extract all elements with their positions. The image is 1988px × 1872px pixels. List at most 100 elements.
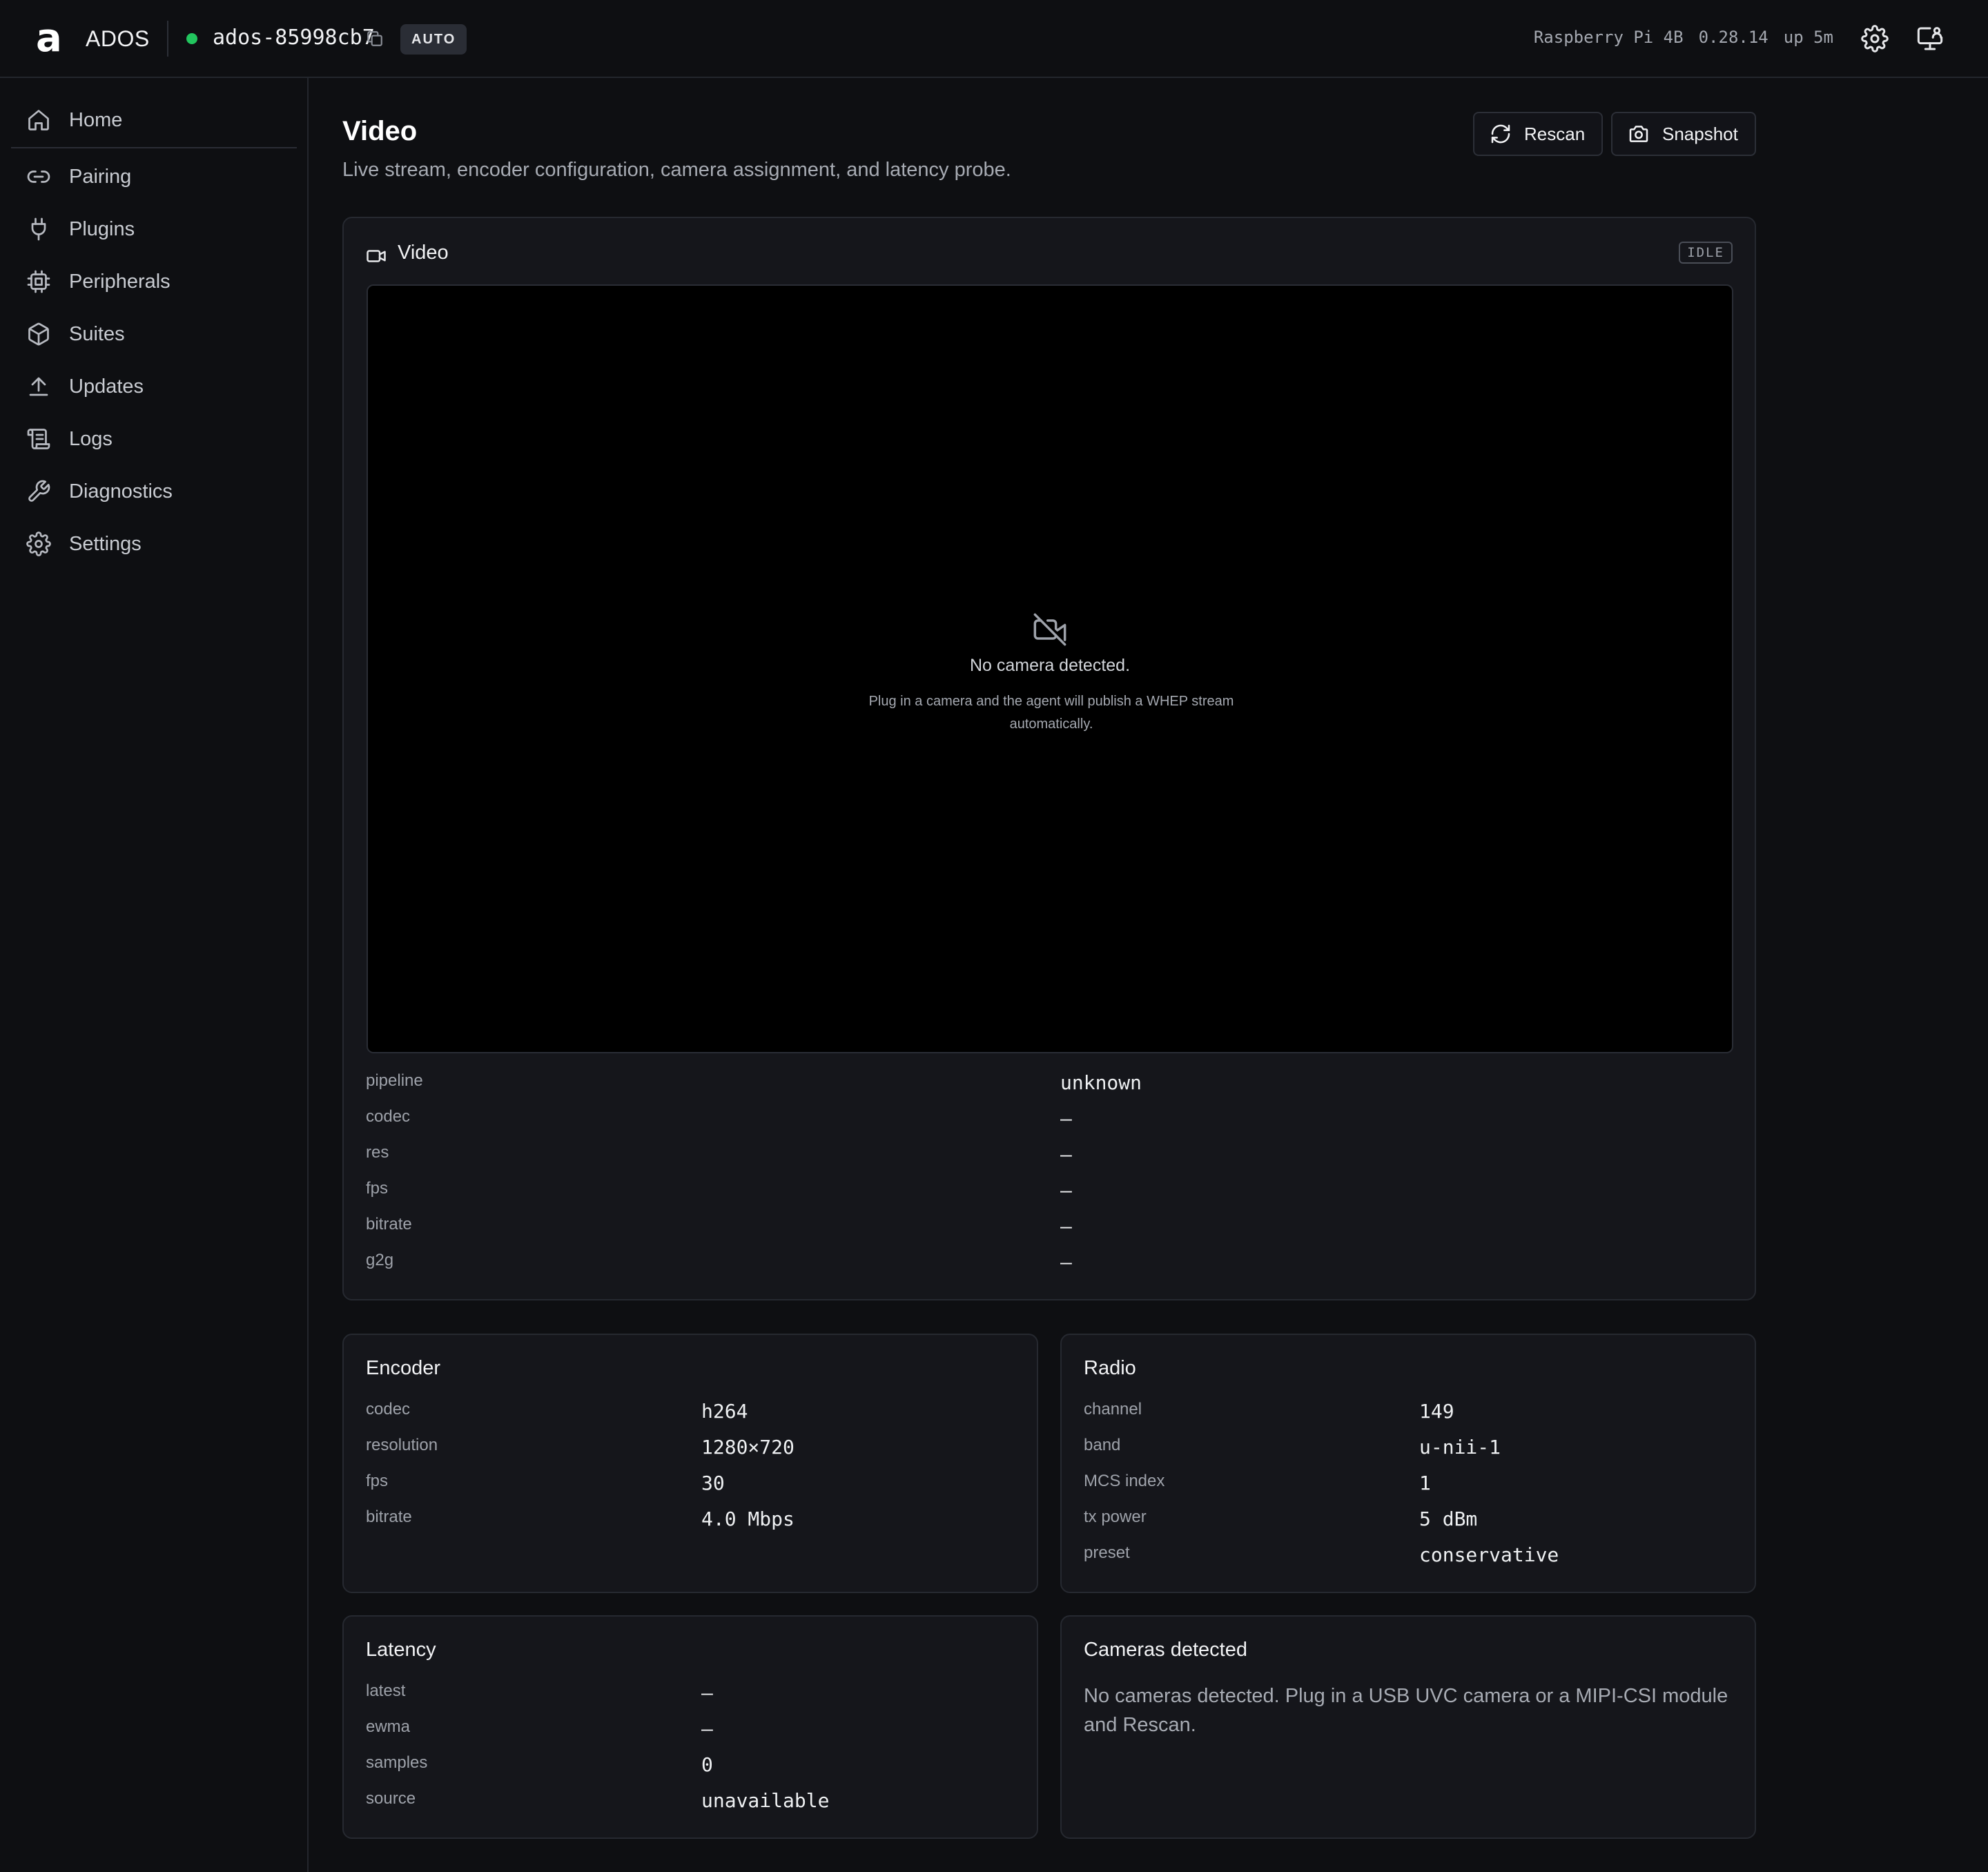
latency-value: 0 [701, 1753, 713, 1776]
divider [167, 21, 168, 57]
page-subtitle: Live stream, encoder configuration, came… [342, 159, 1011, 181]
encoder-label: resolution [366, 1436, 438, 1454]
radio-value: 5 dBm [1419, 1508, 1478, 1530]
package-icon [26, 322, 51, 347]
sidebar-item-label: Logs [69, 427, 113, 450]
sidebar-item-label: Plugins [69, 217, 135, 240]
no-camera-title: No camera detected. [969, 656, 1131, 675]
home-icon [26, 108, 51, 133]
rescan-label: Rescan [1524, 123, 1586, 144]
latency-label: source [366, 1789, 416, 1808]
video-card: Video IDLE No camera detected. Plug in a… [342, 217, 1756, 1300]
stat-label: bitrate [366, 1215, 412, 1234]
radio-label: band [1084, 1436, 1121, 1454]
cameras-card-title: Cameras detected [1084, 1639, 1247, 1661]
sidebar-item-logs[interactable]: Logs [11, 418, 297, 460]
upload-icon [26, 374, 51, 399]
chip-icon [26, 269, 51, 294]
radio-value: conservative [1419, 1543, 1559, 1566]
latency-label: latest [366, 1681, 406, 1700]
radio-label: tx power [1084, 1508, 1147, 1526]
sidebar-item-plugins[interactable]: Plugins [11, 208, 297, 251]
sidebar-item-label: Updates [69, 375, 144, 398]
latency-label: ewma [366, 1717, 411, 1736]
board-name: Raspberry Pi 4B [1533, 28, 1684, 47]
camera-off-icon [1032, 612, 1068, 647]
system-info: Raspberry Pi 4B 0.28.14 up 5m [1519, 28, 1833, 47]
encoder-value: 1280×720 [701, 1436, 795, 1459]
stat-value: — [1060, 1215, 1072, 1238]
online-status-dot [186, 33, 197, 44]
radio-card-title: Radio [1084, 1357, 1136, 1379]
rescan-button[interactable]: Rescan [1473, 112, 1604, 156]
video-player[interactable]: No camera detected. Plug in a camera and… [367, 284, 1733, 1053]
encoder-label: fps [366, 1472, 389, 1490]
sidebar-item-peripherals[interactable]: Peripherals [11, 260, 297, 303]
radio-value: 149 [1419, 1400, 1454, 1423]
snapshot-label: Snapshot [1662, 123, 1738, 144]
agent-version: 0.28.14 [1698, 28, 1768, 47]
sidebar-item-pairing[interactable]: Pairing [11, 155, 297, 198]
link-icon [26, 164, 51, 189]
latency-label: samples [366, 1753, 428, 1772]
sidebar-item-settings[interactable]: Settings [11, 523, 297, 565]
sidebar-item-label: Settings [69, 532, 142, 555]
no-camera-description: Plug in a camera and the agent will publ… [868, 694, 1234, 732]
encoder-label: codec [366, 1400, 411, 1418]
stat-label: g2g [366, 1251, 394, 1269]
device-id: ados-85998cb7 [213, 26, 375, 50]
latency-card: Latency latest — ewma — samples 0 source… [342, 1615, 1038, 1839]
copy-icon[interactable] [366, 30, 384, 48]
camera-icon [1629, 126, 1648, 142]
stat-value: — [1060, 1179, 1072, 1202]
stat-label: codec [366, 1107, 411, 1126]
app-name: ADOS [86, 26, 150, 51]
stat-label: fps [366, 1179, 389, 1198]
sidebar-divider [11, 147, 297, 148]
cameras-detected-card: Cameras detected No cameras detected. Pl… [1060, 1615, 1756, 1839]
radio-label: MCS index [1084, 1472, 1165, 1490]
gear-icon[interactable] [1861, 25, 1889, 52]
encoder-value: 30 [701, 1472, 725, 1494]
sidebar-item-suites[interactable]: Suites [11, 313, 297, 355]
sidebar-item-diagnostics[interactable]: Diagnostics [11, 470, 297, 513]
stream-state-badge: IDLE [1679, 242, 1733, 264]
radio-value: u-nii-1 [1419, 1436, 1501, 1459]
encoder-card-title: Encoder [366, 1357, 441, 1379]
latency-value: — [701, 1717, 713, 1740]
snapshot-button[interactable]: Snapshot [1611, 112, 1756, 156]
monitor-user-icon[interactable] [1916, 25, 1944, 52]
stat-value: unknown [1060, 1071, 1142, 1094]
sidebar-item-home[interactable]: Home [11, 99, 297, 142]
radio-label: channel [1084, 1400, 1142, 1418]
stat-value: — [1060, 1143, 1072, 1166]
cameras-empty-message: No cameras detected. Plug in a USB UVC c… [1084, 1685, 1728, 1736]
sidebar-item-label: Diagnostics [69, 480, 173, 503]
top-bar: a ADOS ados-85998cb7 AUTO Raspberry Pi 4… [0, 0, 1988, 78]
radio-value: 1 [1419, 1472, 1431, 1494]
sidebar-item-label: Suites [69, 322, 125, 345]
mode-badge: AUTO [400, 24, 467, 55]
gear-icon [26, 532, 51, 556]
latency-value: — [701, 1681, 713, 1704]
latency-value: unavailable [701, 1789, 830, 1812]
encoder-value: h264 [701, 1400, 748, 1423]
sidebar-item-label: Pairing [69, 165, 132, 188]
sidebar-item-updates[interactable]: Updates [11, 365, 297, 408]
encoder-card: Encoder codec h264 resolution 1280×720 f… [342, 1334, 1038, 1593]
latency-card-title: Latency [366, 1639, 436, 1661]
encoder-label: bitrate [366, 1508, 412, 1526]
video-camera-icon [366, 246, 387, 266]
ados-logo[interactable]: a [36, 19, 68, 58]
radio-card: Radio channel 149 band u-nii-1 MCS index… [1060, 1334, 1756, 1593]
sidebar: Home Pairing Plugins Peripherals Suites … [0, 78, 309, 1872]
radio-label: preset [1084, 1543, 1130, 1562]
scroll-icon [26, 427, 51, 451]
stat-value: — [1060, 1107, 1072, 1130]
sidebar-item-label: Home [69, 108, 123, 131]
stat-label: res [366, 1143, 389, 1162]
stat-label: pipeline [366, 1071, 423, 1090]
encoder-value: 4.0 Mbps [701, 1508, 795, 1530]
page-title: Video [342, 116, 418, 146]
plug-icon [26, 217, 51, 242]
